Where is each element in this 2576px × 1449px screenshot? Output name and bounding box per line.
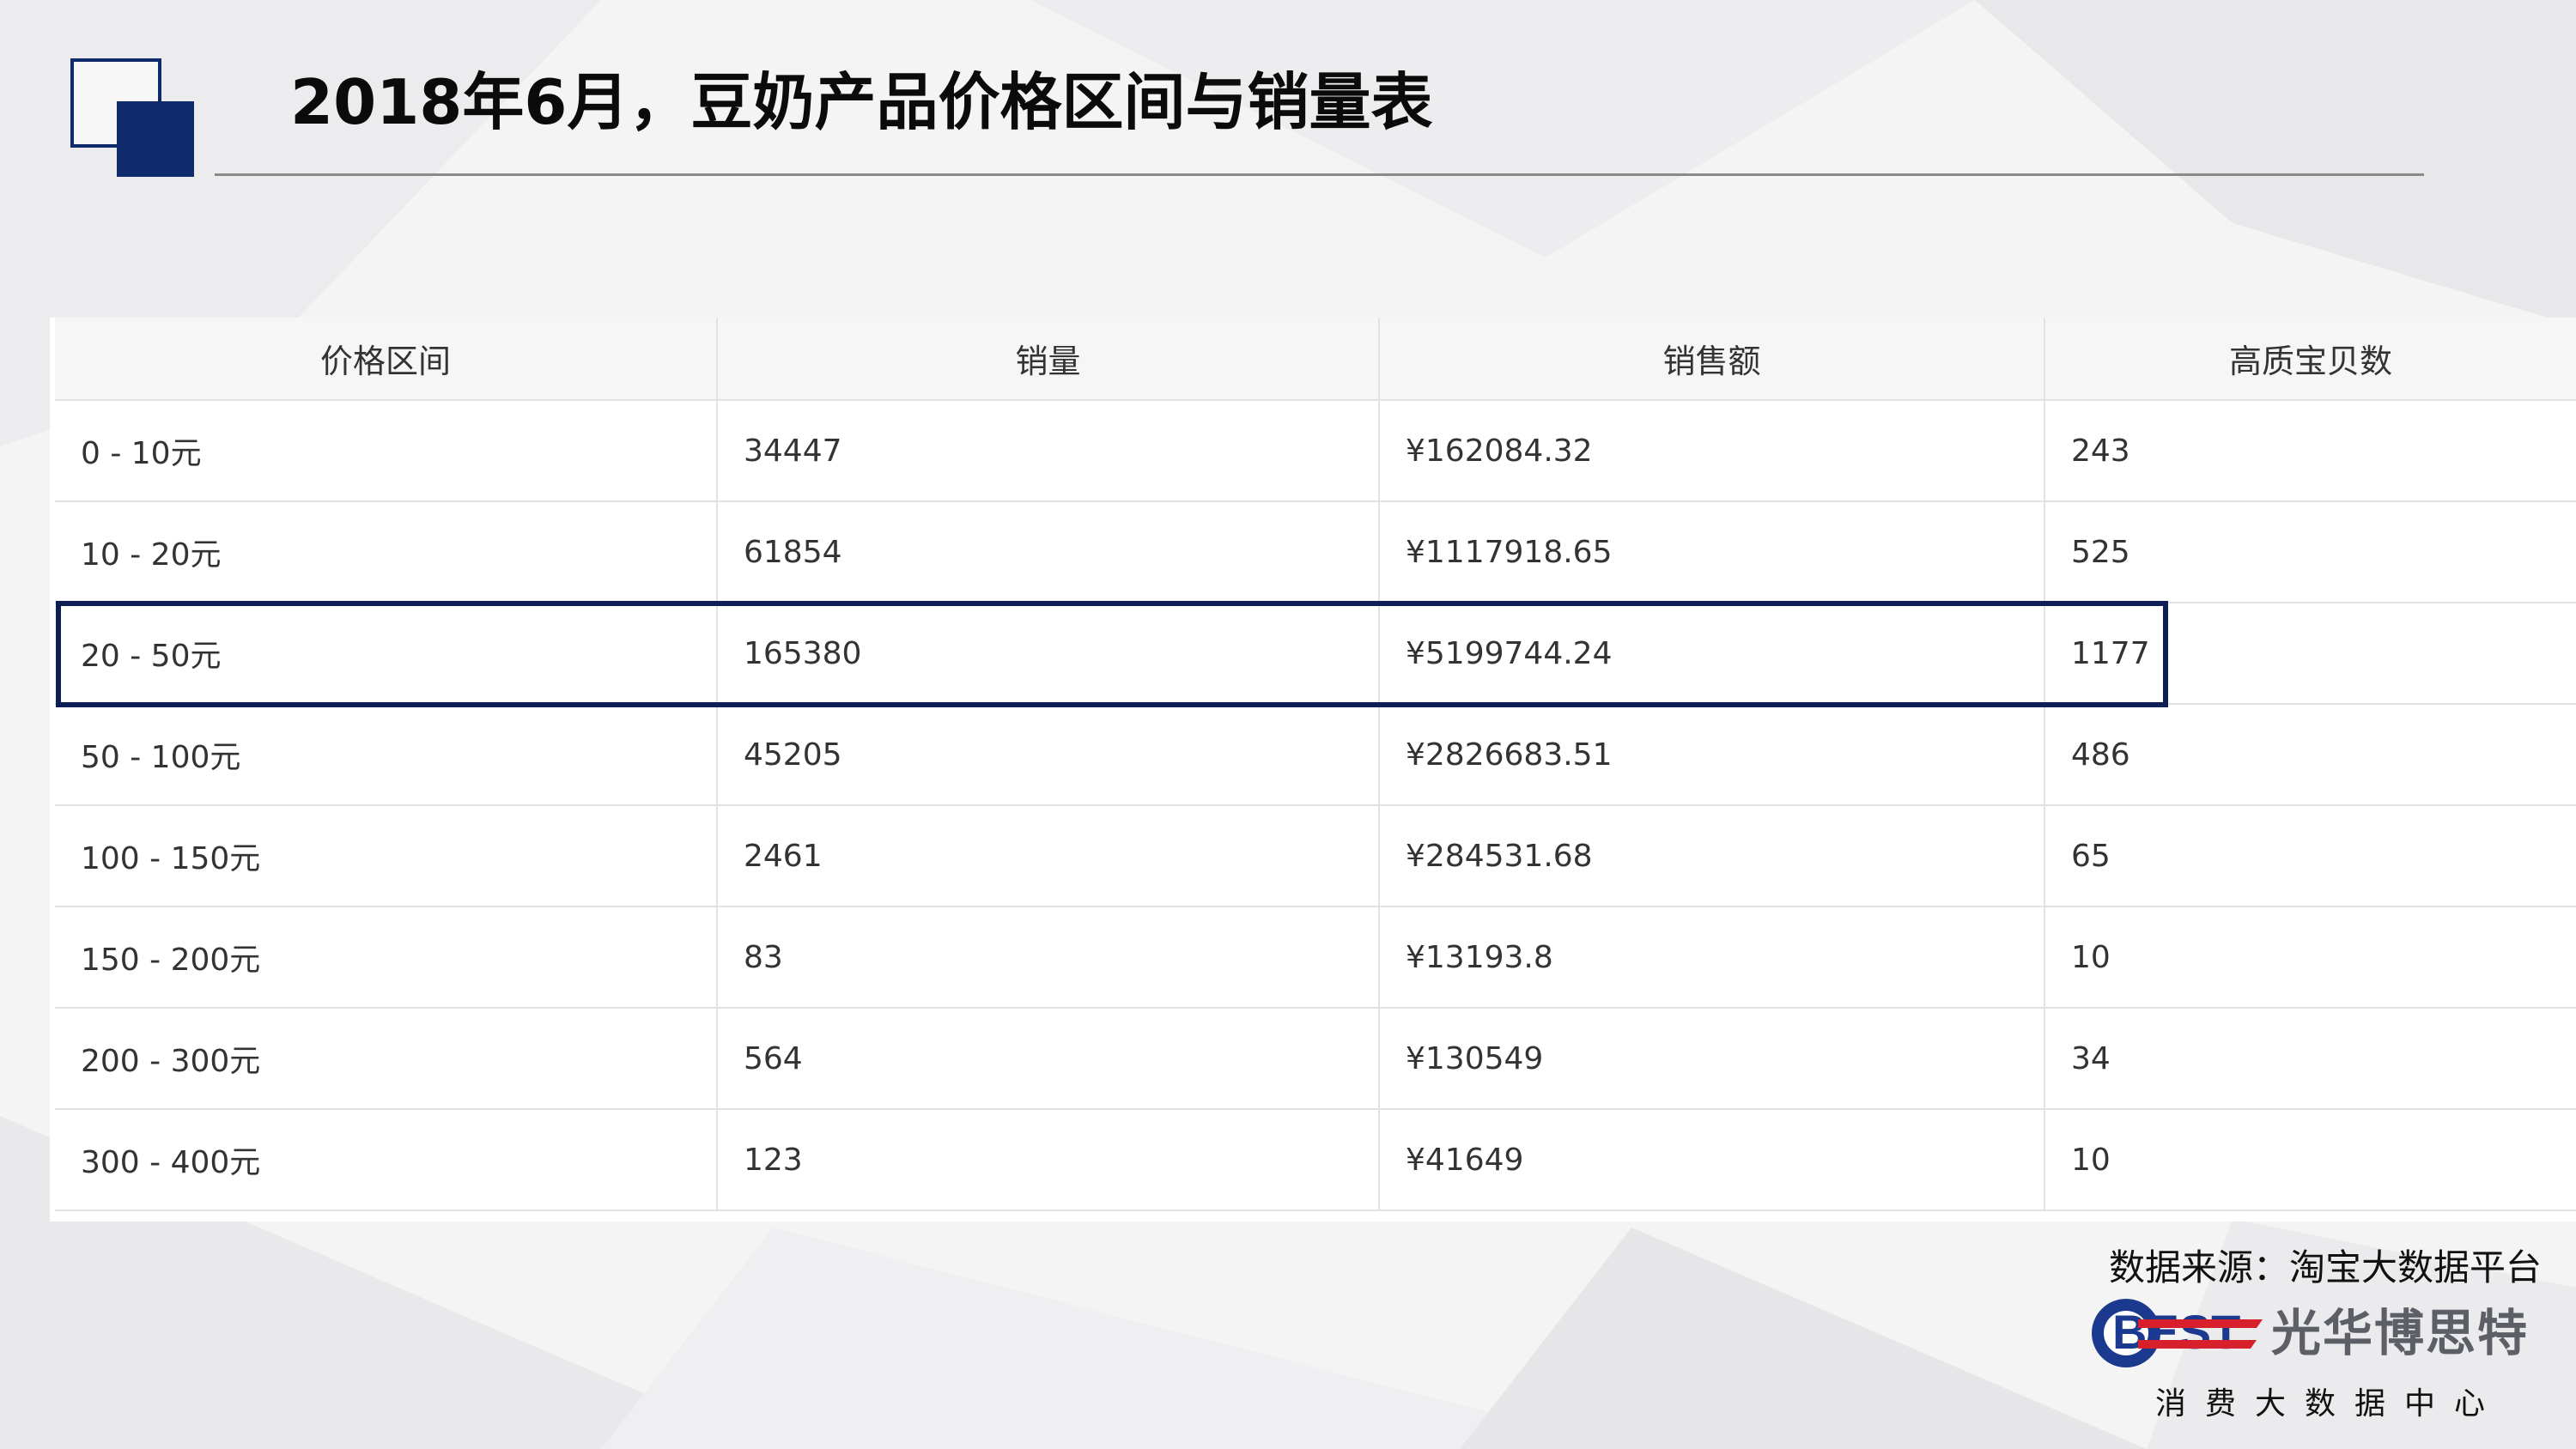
title-decoration-filled-square [117,101,194,177]
cell-sales-volume: 123 [717,1109,1380,1211]
table-row: 10 - 20元 61854 ¥1117918.65 525 [55,501,2576,603]
cell-price-range: 300 - 400元 [55,1109,718,1211]
cell-sales-volume: 61854 [717,501,1380,603]
logo-mark-text: BEST [2112,1305,2240,1359]
cell-revenue: ¥162084.32 [1379,400,2045,502]
table-row: 100 - 150元 2461 ¥284531.68 65 [55,805,2576,907]
cell-price-range: 10 - 20元 [55,501,718,603]
table-row: 200 - 300元 564 ¥130549 34 [55,1008,2576,1110]
logo-subtitle: 消费大数据中心 [2155,1386,2505,1422]
cell-sales-volume: 83 [717,906,1380,1009]
cell-revenue: ¥41649 [1379,1109,2045,1211]
cell-quality-items: 10 [2044,1109,2576,1211]
column-header-quality-items: 高质宝贝数 [2044,318,2576,401]
table-row: 300 - 400元 123 ¥41649 10 [55,1109,2576,1211]
data-source-note: 数据来源：淘宝大数据平台 [2108,1246,2542,1288]
cell-quality-items: 486 [2044,704,2576,806]
cell-sales-volume: 564 [717,1008,1380,1110]
price-range-sales-table: 价格区间 销量 销售额 高质宝贝数 0 - 10元 34447 ¥162084.… [55,318,2576,1211]
cell-price-range: 100 - 150元 [55,805,718,907]
cell-quality-items: 10 [2044,906,2576,1009]
column-header-sales-volume: 销量 [717,318,1380,401]
column-header-price-range: 价格区间 [55,318,718,401]
title-underline-divider [215,173,2424,176]
cell-revenue: ¥2826683.51 [1379,704,2045,806]
table-row: 50 - 100元 45205 ¥2826683.51 486 [55,704,2576,806]
cell-sales-volume: 34447 [717,400,1380,502]
highlight-box-20-50-row [56,601,2168,707]
table-row: 0 - 10元 34447 ¥162084.32 243 [55,400,2576,502]
cell-revenue: ¥130549 [1379,1008,2045,1110]
table-row: 150 - 200元 83 ¥13193.8 10 [55,906,2576,1009]
cell-price-range: 150 - 200元 [55,906,718,1009]
table-header-row: 价格区间 销量 销售额 高质宝贝数 [55,318,2576,401]
cell-sales-volume: 2461 [717,805,1380,907]
cell-quality-items: 34 [2044,1008,2576,1110]
cell-quality-items: 525 [2044,501,2576,603]
best-logo-mark: BEST [2092,1299,2263,1367]
logo-company-name: 光华博思特 [2271,1304,2530,1362]
cell-price-range: 0 - 10元 [55,400,718,502]
page-title: 2018年6月，豆奶产品价格区间与销量表 [290,66,1433,138]
cell-quality-items: 65 [2044,805,2576,907]
cell-revenue: ¥13193.8 [1379,906,2045,1009]
column-header-revenue: 销售额 [1379,318,2045,401]
cell-sales-volume: 45205 [717,704,1380,806]
cell-price-range: 200 - 300元 [55,1008,718,1110]
cell-price-range: 50 - 100元 [55,704,718,806]
cell-revenue: ¥284531.68 [1379,805,2045,907]
cell-revenue: ¥1117918.65 [1379,501,2045,603]
cell-quality-items: 243 [2044,400,2576,502]
